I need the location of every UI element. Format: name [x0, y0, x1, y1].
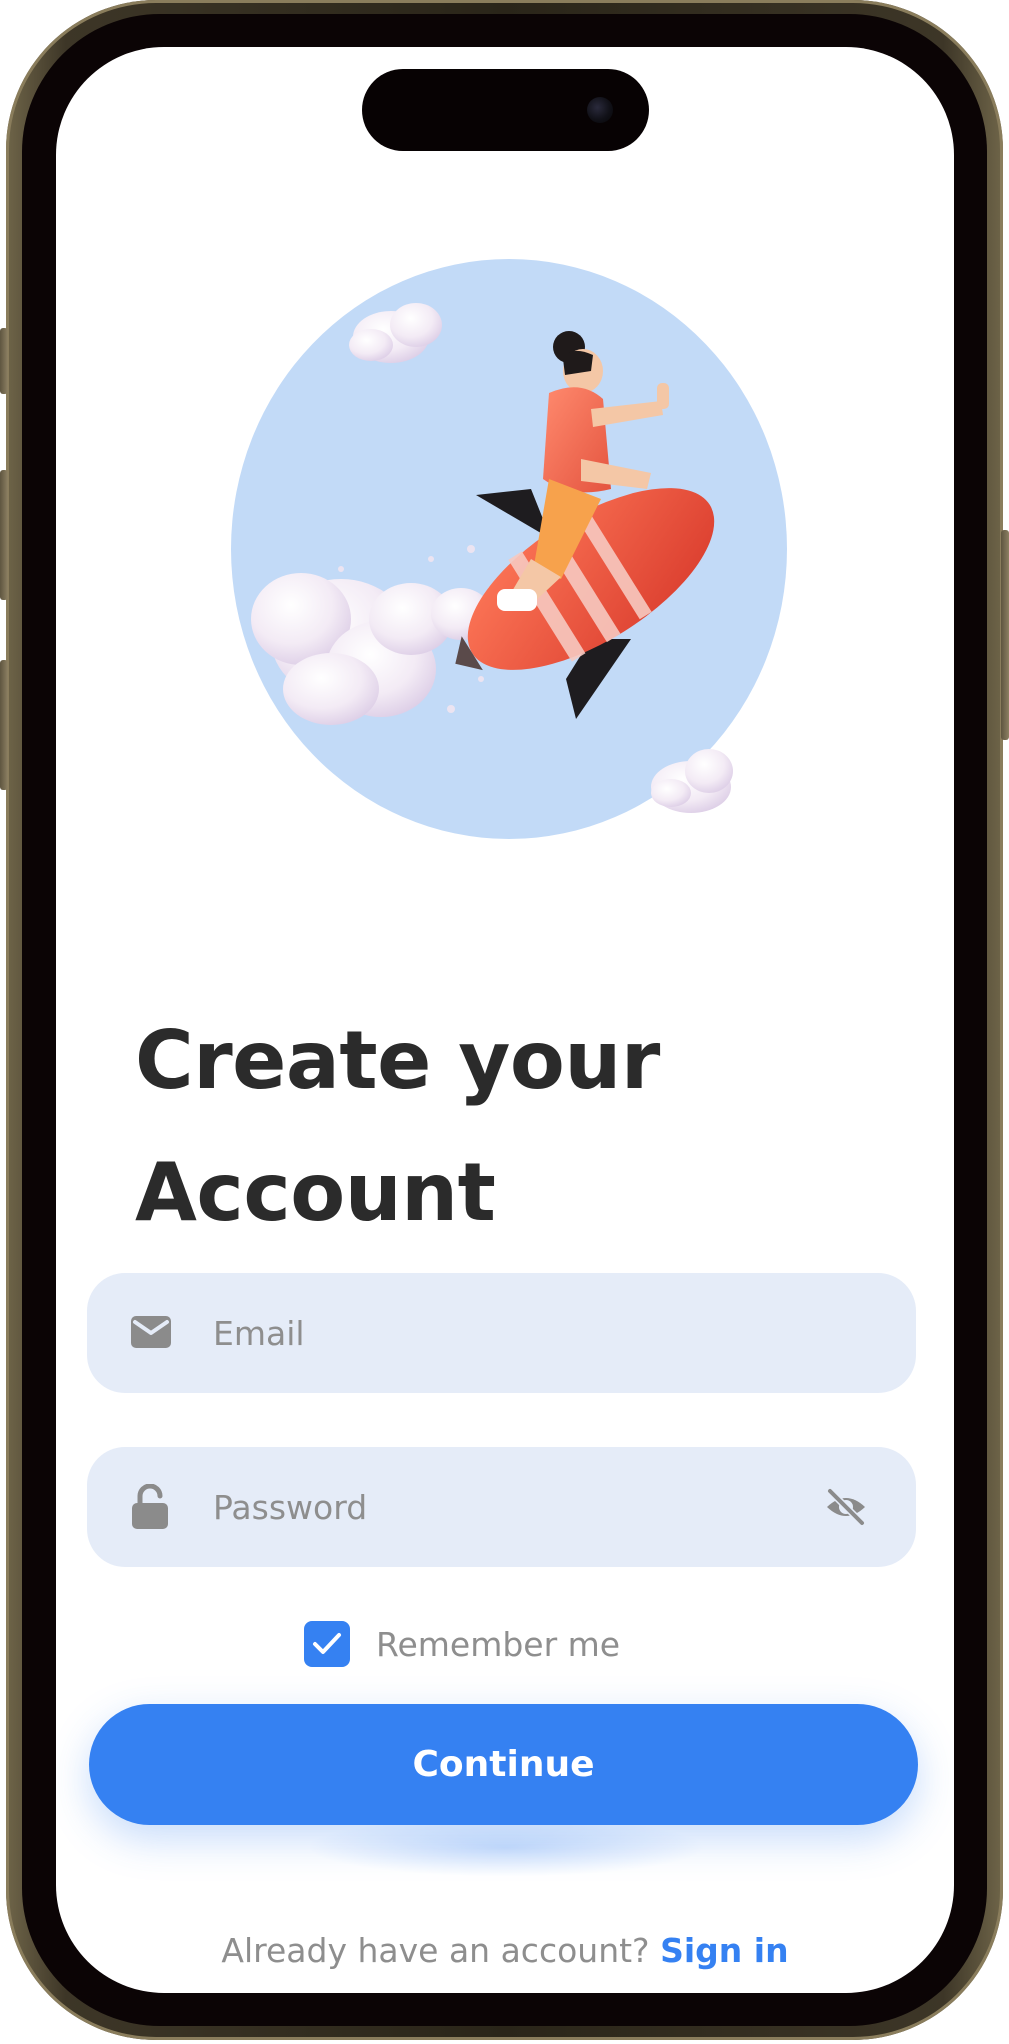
password-input[interactable]	[211, 1447, 751, 1567]
email-field[interactable]	[87, 1273, 916, 1393]
volume-up-button	[0, 470, 8, 600]
envelope-icon	[131, 1316, 171, 1348]
remember-checkbox[interactable]	[304, 1621, 350, 1667]
signin-link[interactable]: Sign in	[660, 1931, 789, 1970]
camera-icon	[587, 97, 613, 123]
remember-me[interactable]: Remember me	[304, 1619, 620, 1669]
signup-screen: Create your Account Remember me	[56, 47, 954, 1993]
title-line-1: Create your	[135, 1014, 660, 1107]
continue-button-shadow	[306, 1817, 706, 1877]
rocket-illustration	[231, 259, 787, 839]
signin-prompt: Already have an account? Sign in	[56, 1931, 954, 1970]
power-button	[1001, 530, 1009, 740]
title-line-2: Account	[135, 1146, 496, 1239]
eye-off-icon[interactable]	[824, 1487, 868, 1527]
footer-text: Already have an account?	[221, 1931, 650, 1970]
dynamic-island	[362, 69, 649, 151]
password-field[interactable]	[87, 1447, 916, 1567]
continue-button[interactable]: Continue	[89, 1704, 918, 1825]
volume-down-button	[0, 660, 8, 790]
email-input[interactable]	[211, 1273, 791, 1393]
action-button	[0, 328, 8, 394]
page-title: Create your Account	[135, 995, 895, 1259]
lock-icon	[132, 1484, 168, 1529]
check-icon	[313, 1633, 341, 1654]
remember-label: Remember me	[376, 1624, 621, 1664]
